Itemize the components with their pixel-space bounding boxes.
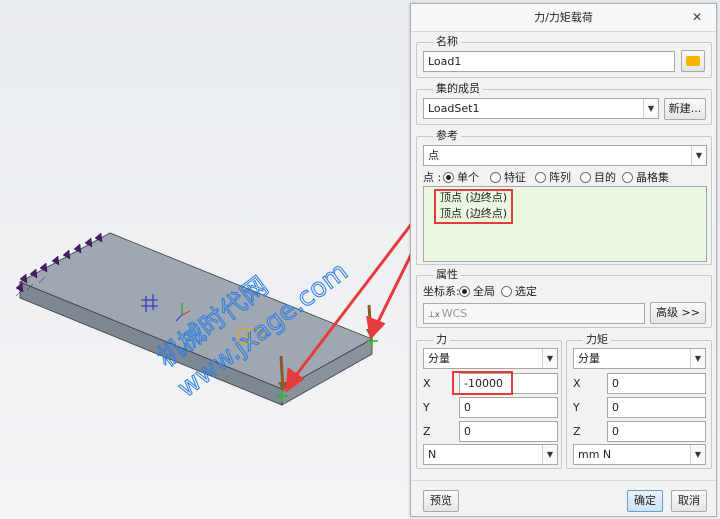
dropdown-arrow-icon[interactable]: ▼: [690, 349, 705, 368]
load-set-select[interactable]: LoadSet1 ▼: [423, 98, 659, 119]
force-mode-select[interactable]: 分量 ▼: [423, 348, 558, 369]
dropdown-arrow-icon[interactable]: ▼: [542, 445, 557, 464]
radio-dot-icon: [622, 172, 633, 183]
moment-unit-select[interactable]: mm N ▼: [573, 444, 706, 465]
cancel-button[interactable]: 取消: [671, 490, 707, 512]
force-group-title: 力: [433, 333, 450, 347]
force-unit-select[interactable]: N ▼: [423, 444, 558, 465]
dialog-footer-divider: [411, 480, 716, 481]
radio-dot-icon: [535, 172, 546, 183]
name-group-title: 名称: [433, 35, 461, 49]
radio-dot-icon: [501, 286, 512, 297]
moment-group-title: 力矩: [583, 333, 611, 347]
moment-mode-select[interactable]: 分量 ▼: [573, 348, 706, 369]
moment-z-label: Z: [573, 425, 581, 438]
csys-label: 坐标系:: [423, 285, 460, 298]
color-picker-button[interactable]: [681, 50, 705, 72]
radio-dot-icon: [490, 172, 501, 183]
reference-type-select[interactable]: 点 ▼: [423, 145, 707, 166]
properties-group-title: 属性: [433, 268, 461, 282]
model-graphics: 机械时代网 www.jxage.com: [15, 223, 410, 406]
force-y-label: Y: [423, 401, 430, 414]
radio-feature[interactable]: 特征: [490, 171, 526, 185]
highlight-frame: [434, 189, 513, 224]
load-set-value: LoadSet1: [428, 102, 480, 115]
force-y-input[interactable]: 0: [459, 397, 558, 418]
ok-button[interactable]: 确定: [627, 490, 663, 512]
color-picker-icon: [686, 56, 700, 66]
radio-global[interactable]: 全局: [459, 285, 495, 299]
reference-type-value: 点: [428, 149, 439, 162]
force-moment-load-dialog: 力/力矩载荷 ✕ 名称 Load1 集的成员 LoadSet1 ▼ 新建... …: [410, 3, 717, 517]
force-z-label: Z: [423, 425, 431, 438]
radio-pattern[interactable]: 阵列: [535, 171, 571, 185]
dropdown-arrow-icon[interactable]: ▼: [691, 146, 706, 165]
force-z-input[interactable]: 0: [459, 421, 558, 442]
members-group-title: 集的成员: [433, 82, 483, 96]
name-input[interactable]: Load1: [423, 51, 675, 72]
close-icon[interactable]: ✕: [690, 10, 704, 24]
moment-y-label: Y: [573, 401, 580, 414]
highlight-frame: [452, 371, 513, 395]
moment-x-label: X: [573, 377, 581, 390]
force-unit-value: N: [428, 448, 437, 461]
moment-y-input[interactable]: 0: [607, 397, 706, 418]
radio-dot-icon: [443, 172, 454, 183]
moment-x-input[interactable]: 0: [607, 373, 706, 394]
moment-unit-value: mm N: [578, 448, 612, 461]
radio-single[interactable]: 单个: [443, 171, 479, 185]
dialog-title: 力/力矩载荷: [411, 4, 716, 32]
radio-lattice[interactable]: 晶格集: [622, 171, 669, 185]
moment-z-input[interactable]: 0: [607, 421, 706, 442]
force-mode-value: 分量: [428, 352, 450, 365]
new-load-set-button[interactable]: 新建...: [664, 98, 706, 120]
moment-mode-value: 分量: [578, 352, 600, 365]
point-selection-row: 点 : 单个 特征 阵列 目的 晶格集: [423, 171, 709, 185]
radio-intent[interactable]: 目的: [580, 171, 616, 185]
force-x-label: X: [423, 377, 431, 390]
radio-dot-icon: [459, 286, 470, 297]
references-group-title: 参考: [433, 129, 461, 143]
model-viewport[interactable]: 机械时代网 www.jxage.com: [0, 0, 410, 519]
preview-button[interactable]: 预览: [423, 490, 459, 512]
coordinate-system-icon: ⊥x: [428, 310, 440, 319]
advanced-button[interactable]: 高级 >>: [650, 302, 706, 324]
csys-row: 坐标系: 全局 选定: [423, 285, 623, 299]
dropdown-arrow-icon[interactable]: ▼: [643, 99, 658, 118]
csys-input[interactable]: ⊥x WCS: [423, 303, 645, 324]
radio-selected[interactable]: 选定: [501, 285, 537, 299]
dropdown-arrow-icon[interactable]: ▼: [542, 349, 557, 368]
dropdown-arrow-icon[interactable]: ▼: [690, 445, 705, 464]
point-label: 点 :: [423, 171, 442, 184]
radio-dot-icon: [580, 172, 591, 183]
